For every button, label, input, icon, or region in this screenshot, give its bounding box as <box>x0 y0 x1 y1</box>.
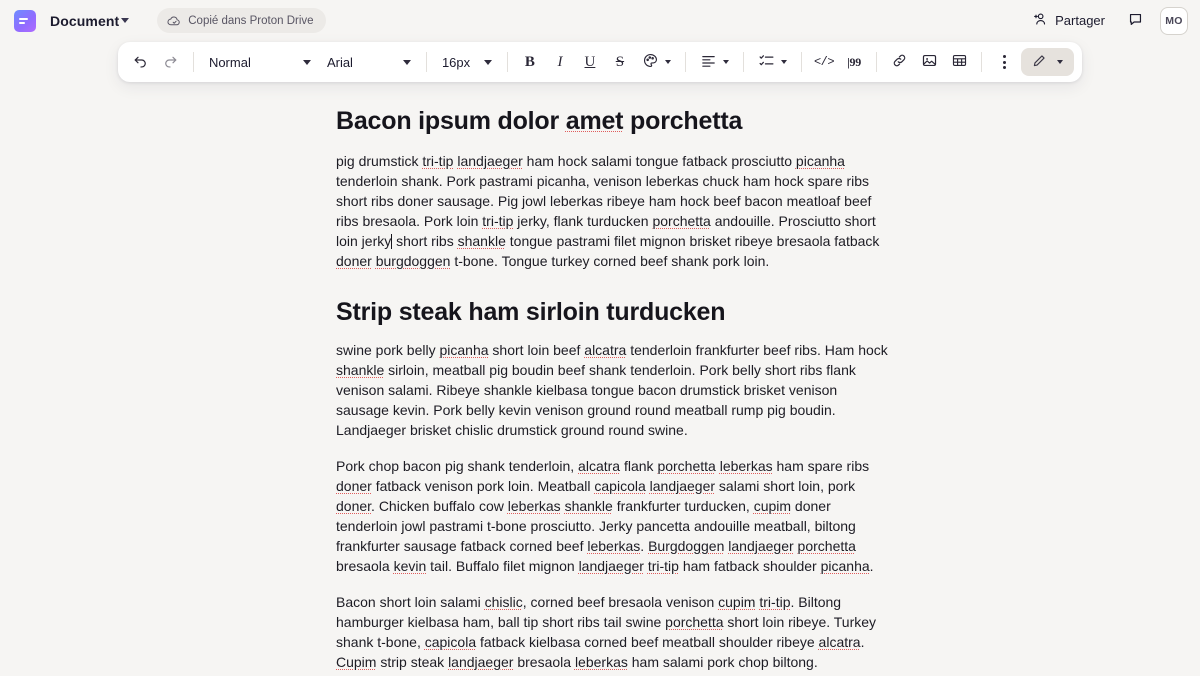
insert-table-button[interactable] <box>944 48 974 76</box>
undo-arrow-icon <box>132 52 149 72</box>
blockquote-button[interactable]: |99 <box>839 48 869 76</box>
status-badge-label: Copié dans Proton Drive <box>188 14 314 27</box>
avatar-initials: MO <box>1165 14 1183 27</box>
chevron-down-icon <box>780 60 787 64</box>
link-icon <box>891 52 908 72</box>
chevron-down-icon <box>302 59 311 65</box>
chevron-down-icon <box>1057 60 1064 64</box>
share-button-label: Partager <box>1055 13 1105 28</box>
app-header: Document Copié dans Proton Drive Partage… <box>0 0 1200 41</box>
paragraph-4[interactable]: Bacon short loin salami chislic, corned … <box>336 592 888 676</box>
list-button[interactable] <box>751 48 794 76</box>
chevron-down-icon <box>722 60 729 64</box>
cloud-check-icon <box>167 14 181 28</box>
toolbar-divider <box>684 52 686 72</box>
toolbar-divider <box>192 52 194 72</box>
pencil-icon <box>1031 53 1047 72</box>
toolbar-divider <box>800 52 802 72</box>
chevron-down-icon <box>483 59 492 65</box>
checklist-icon <box>758 52 775 72</box>
font-family-value: Arial <box>326 54 353 70</box>
page-title: Document <box>50 12 120 29</box>
person-add-icon <box>1032 11 1048 30</box>
align-button[interactable] <box>693 48 736 76</box>
toolbar-divider <box>876 52 878 72</box>
italic-icon: I <box>557 53 563 70</box>
image-icon <box>921 52 938 72</box>
strikethrough-button[interactable]: S <box>605 48 635 76</box>
chevron-down-icon <box>121 18 130 23</box>
text-cursor <box>391 233 393 249</box>
table-icon <box>951 52 968 72</box>
more-options-button[interactable] <box>989 48 1019 76</box>
font-family-select[interactable]: Arial <box>319 48 419 76</box>
document-page[interactable]: Bacon ipsum dolor amet porchetta pig dru… <box>336 90 888 676</box>
link-button[interactable] <box>884 48 914 76</box>
toolbar-divider <box>981 52 983 72</box>
font-size-select[interactable]: 16px <box>434 48 500 76</box>
more-vertical-icon <box>1002 55 1006 69</box>
underline-button[interactable]: U <box>575 48 605 76</box>
toolbar-divider <box>506 52 508 72</box>
chevron-down-icon <box>664 60 671 64</box>
chevron-down-icon <box>402 59 411 65</box>
insert-image-button[interactable] <box>914 48 944 76</box>
status-badge: Copié dans Proton Drive <box>157 8 326 33</box>
blockquote-icon: |99 <box>847 54 861 69</box>
font-size-value: 16px <box>441 54 471 70</box>
document-icon <box>14 9 36 32</box>
bold-icon: B <box>524 53 535 70</box>
align-left-icon <box>700 52 717 72</box>
paragraph-1[interactable]: pig drumstick tri-tip landjaeger ham hoc… <box>336 151 888 271</box>
heading-2[interactable]: Strip steak ham sirloin turducken <box>336 297 888 328</box>
redo-button[interactable] <box>156 48 186 76</box>
undo-button[interactable] <box>126 48 156 76</box>
document-scroll-area[interactable]: Bacon ipsum dolor amet porchetta pig dru… <box>0 90 1200 676</box>
comments-button[interactable] <box>1120 7 1150 35</box>
share-button[interactable]: Partager <box>1023 7 1114 35</box>
code-button[interactable]: </> <box>809 48 839 76</box>
palette-icon <box>642 52 659 72</box>
document-title-menu[interactable]: Document <box>46 10 133 32</box>
proton-docs-editor: Document Copié dans Proton Drive Partage… <box>0 0 1200 676</box>
toolbar-divider <box>425 52 427 72</box>
header-left-group: Document Copié dans Proton Drive <box>14 8 326 33</box>
block-style-value: Normal <box>208 54 251 70</box>
toolbar-container: Normal Arial 16px B I U S </> |99 <box>0 42 1200 82</box>
text-color-button[interactable] <box>635 48 678 76</box>
paragraph-2[interactable]: swine pork belly picanha short loin beef… <box>336 340 888 440</box>
code-icon: </> <box>813 55 835 69</box>
block-style-select[interactable]: Normal <box>201 48 319 76</box>
avatar[interactable]: MO <box>1160 6 1188 35</box>
comment-icon <box>1127 11 1144 31</box>
redo-arrow-icon <box>162 52 179 72</box>
formatting-toolbar: Normal Arial 16px B I U S </> |99 <box>117 42 1083 82</box>
toolbar-divider <box>742 52 744 72</box>
paragraph-3[interactable]: Pork chop bacon pig shank tenderloin, al… <box>336 456 888 576</box>
header-right-group: Partager MO <box>1023 6 1188 35</box>
edit-mode-button[interactable] <box>1021 48 1075 76</box>
underline-icon: U <box>584 53 596 70</box>
bold-button[interactable]: B <box>515 48 545 76</box>
strikethrough-icon: S <box>615 53 625 70</box>
italic-button[interactable]: I <box>545 48 575 76</box>
heading-1[interactable]: Bacon ipsum dolor amet porchetta <box>336 106 888 137</box>
